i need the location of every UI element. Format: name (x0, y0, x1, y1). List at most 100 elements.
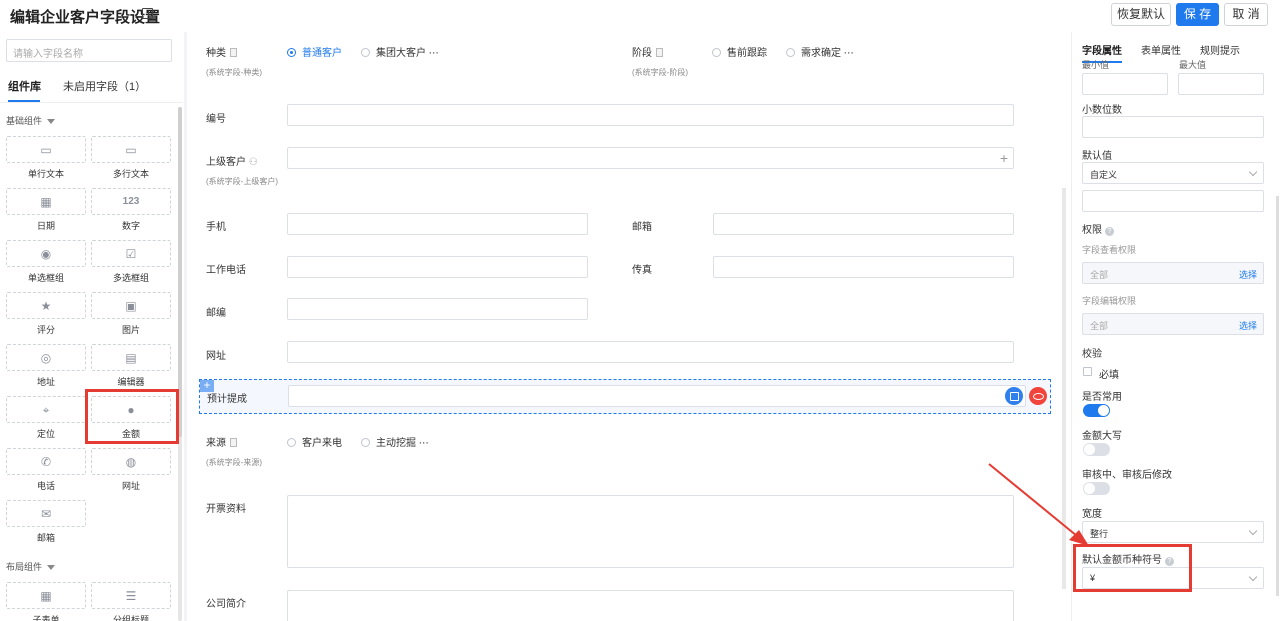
field-kind-sub: (系统字段-种类) (206, 68, 262, 77)
field-invoice-label: 开票资料 (206, 504, 246, 515)
zip-input[interactable] (287, 298, 588, 320)
component-positioning[interactable]: ⌖ 定位 (6, 396, 86, 440)
save-button[interactable]: 保 存 (1176, 3, 1219, 26)
default-value-input[interactable] (1082, 190, 1264, 212)
min-value-input[interactable] (1082, 73, 1168, 95)
field-source-label[interactable]: 来源 (206, 434, 237, 449)
radio-icon: ◉ (40, 246, 52, 261)
caret-down-icon (47, 565, 56, 571)
component-image[interactable]: ▣ 图片 (91, 292, 171, 336)
copy-icon[interactable] (1005, 387, 1023, 405)
component-date[interactable]: ▦ 日期 (6, 188, 86, 232)
field-parent-label[interactable]: 上级客户 ⚇ (206, 153, 258, 168)
component-number[interactable]: 123 数字 (91, 188, 171, 232)
divider (0, 102, 183, 103)
radio-label: 需求确定 (801, 48, 841, 59)
component-email[interactable]: ✉ 邮箱 (6, 500, 86, 544)
layout-toggle-icon[interactable] (142, 8, 153, 19)
required-checkbox[interactable] (1083, 367, 1092, 376)
default-value-select[interactable]: 自定义 (1082, 162, 1264, 184)
field-label-text: 种类 (206, 48, 226, 59)
uppercase-toggle[interactable] (1083, 443, 1110, 456)
field-number-label: 编号 (206, 114, 226, 125)
tab-form-properties[interactable]: 表单属性 (1141, 42, 1181, 57)
tab-field-properties[interactable]: 字段属性 (1082, 42, 1122, 57)
component-address[interactable]: ◎ 地址 (6, 344, 86, 388)
properties-panel: 字段属性 表单属性 规则提示 最小值 最大值 小数位数 默认值 自定义 权限? … (1071, 32, 1280, 621)
component-multi-line[interactable]: ▭ 多行文本 (91, 136, 171, 180)
width-select[interactable]: 整行 (1082, 521, 1264, 543)
basic-components-group[interactable]: 基础组件 (6, 114, 56, 127)
component-label: 电话 (36, 481, 55, 491)
permission-label: 权限? (1082, 221, 1114, 236)
cancel-button[interactable]: 取 消 (1224, 3, 1268, 26)
multi-line-icon: ▭ (125, 142, 137, 157)
more-icon: ⋯ (843, 48, 854, 59)
component-rating[interactable]: ★ 评分 (6, 292, 86, 336)
mobile-input[interactable] (287, 213, 588, 235)
panel-divider (184, 32, 187, 621)
component-group-title[interactable]: ☰ 分组标题 (91, 582, 171, 621)
component-phone[interactable]: ✆ 电话 (6, 448, 86, 492)
choose-link[interactable]: 选择 (1239, 268, 1257, 281)
component-radio-group[interactable]: ◉ 单选框组 (6, 240, 86, 284)
website-input[interactable] (287, 341, 1014, 363)
field-website-label: 网址 (206, 351, 226, 362)
radio-label: 普通客户 (302, 48, 342, 59)
parent-customer-input[interactable]: + (287, 147, 1014, 169)
component-editor[interactable]: ▤ 编辑器 (91, 344, 171, 388)
radio-group-customer[interactable]: 集团大客户 ⋯ (361, 44, 439, 59)
field-search-input[interactable]: 请输入字段名称 (6, 39, 172, 62)
edit-permission-field[interactable]: 全部 选择 (1082, 313, 1264, 335)
component-checkbox-group[interactable]: ☑ 多选框组 (91, 240, 171, 284)
radio-requirement[interactable]: 需求确定 ⋯ (786, 44, 854, 59)
commission-input[interactable] (288, 385, 1026, 407)
min-value-label: 最小值 (1082, 60, 1110, 70)
plus-icon[interactable]: + (1000, 150, 1008, 166)
radio-presale[interactable]: 售前跟踪 (712, 44, 767, 59)
common-toggle[interactable] (1083, 404, 1110, 417)
validate-label: 校验 (1082, 349, 1102, 360)
radio-active-mining[interactable]: 主动挖掘 ⋯ (361, 434, 429, 449)
component-subform[interactable]: ▦ 子表单 (6, 582, 86, 621)
field-intro-label: 公司简介 (206, 599, 246, 610)
component-label: 数字 (121, 221, 140, 231)
phone-icon: ✆ (40, 454, 52, 469)
radio-customer-call[interactable]: 客户来电 (287, 434, 342, 449)
tab-rule-tips[interactable]: 规则提示 (1200, 42, 1240, 57)
view-permission-field[interactable]: 全部 选择 (1082, 262, 1264, 284)
hide-eye-icon[interactable] (1029, 387, 1047, 405)
component-library-panel: 请输入字段名称 组件库 未启用字段（1） 基础组件 ▭ 单行文本 ▭ 多行文本 … (0, 32, 183, 621)
decimal-input[interactable] (1082, 116, 1264, 138)
component-single-line[interactable]: ▭ 单行文本 (6, 136, 86, 180)
layout-components-group[interactable]: 布局组件 (6, 560, 56, 573)
radio-normal-customer[interactable]: 普通客户 (287, 44, 342, 59)
edit-permission-label: 字段编辑权限 (1082, 296, 1137, 306)
chevron-down-icon (1248, 572, 1258, 582)
tab-disabled-fields[interactable]: 未启用字段（1） (63, 78, 146, 94)
field-commission-label: 预计提成 (207, 394, 247, 405)
component-label: 定位 (36, 429, 55, 439)
left-scrollbar-thumb[interactable] (178, 107, 182, 437)
field-stage-label[interactable]: 阶段 (632, 44, 663, 59)
component-label: 邮箱 (36, 533, 55, 543)
properties-scrollbar[interactable] (1276, 196, 1279, 596)
invoice-textarea[interactable] (287, 495, 1014, 568)
field-label-text: 来源 (206, 438, 226, 449)
choose-link[interactable]: 选择 (1239, 319, 1257, 332)
tab-component-library[interactable]: 组件库 (8, 78, 41, 94)
max-value-input[interactable] (1178, 73, 1264, 95)
intro-textarea[interactable] (287, 590, 1014, 621)
component-url[interactable]: ◍ 网址 (91, 448, 171, 492)
fax-input[interactable] (713, 256, 1014, 278)
component-label: 多选框组 (112, 273, 149, 283)
field-kind-label[interactable]: 种类 (206, 44, 237, 59)
field-zip-label: 邮编 (206, 308, 226, 319)
max-value-label: 最大值 (1179, 60, 1207, 70)
help-icon[interactable]: ? (1105, 227, 1114, 236)
email-input[interactable] (713, 213, 1014, 235)
component-label: 日期 (36, 221, 55, 231)
number-input[interactable] (287, 104, 1014, 126)
restore-default-button[interactable]: 恢复默认 (1111, 3, 1171, 26)
work-phone-input[interactable] (287, 256, 588, 278)
